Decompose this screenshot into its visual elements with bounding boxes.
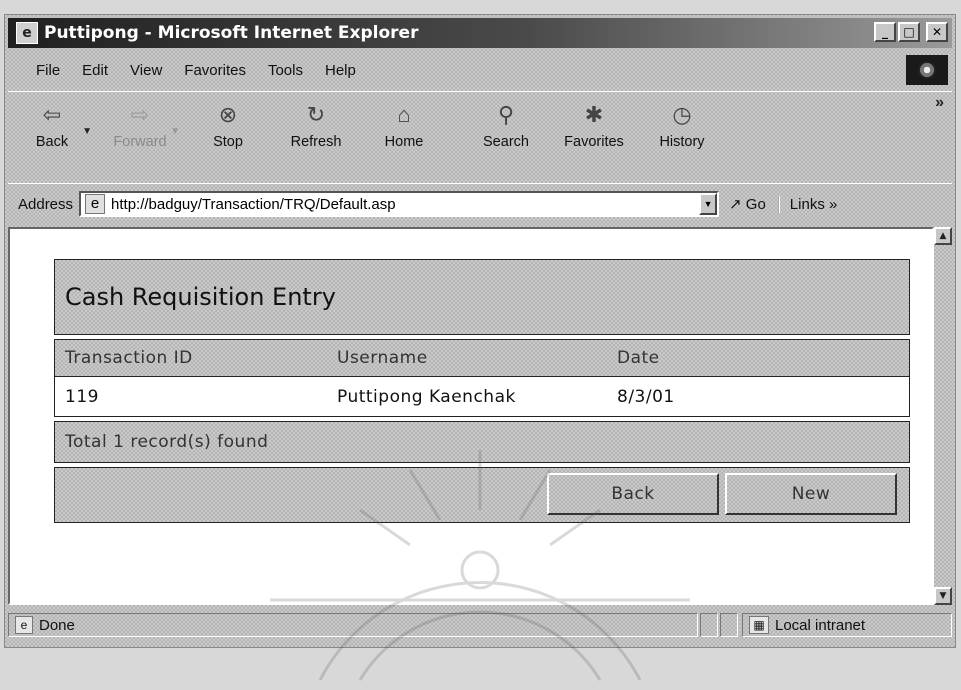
window-title: Puttipong - Microsoft Internet Explorer	[44, 23, 419, 43]
address-url: http://badguy/Transaction/TRQ/Default.as…	[111, 195, 396, 213]
vertical-scrollbar[interactable]: ▲ ▼	[934, 227, 952, 605]
status-cells	[698, 613, 738, 637]
address-bar: Address e http://badguy/Transaction/TRQ/…	[8, 183, 952, 224]
close-icon[interactable]: ✕	[926, 22, 948, 42]
status-cell	[720, 613, 738, 637]
browser-window: e Puttipong - Microsoft Internet Explore…	[4, 14, 956, 648]
favorites-button-label: Favorites	[564, 134, 624, 150]
forward-dropdown-icon[interactable]: ▼	[170, 126, 180, 137]
maximize-icon[interactable]: □	[898, 22, 920, 42]
cell-transaction-id[interactable]: 119	[55, 387, 337, 407]
form-button-bar: Back New	[54, 467, 910, 523]
home-button[interactable]: ⌂ Home	[360, 92, 448, 151]
stop-button-label: Stop	[213, 134, 243, 150]
toolbar-more-icon[interactable]: »	[935, 94, 944, 112]
address-input[interactable]: e http://badguy/Transaction/TRQ/Default.…	[79, 191, 720, 217]
title-bar: e Puttipong - Microsoft Internet Explore…	[8, 18, 952, 48]
table-header: Transaction ID Username Date	[54, 339, 910, 377]
menu-favorites[interactable]: Favorites	[184, 62, 246, 79]
table-row[interactable]: 119 Puttipong Kaenchak 8/3/01	[54, 377, 910, 417]
links-more-icon: »	[829, 195, 838, 213]
stop-button[interactable]: ⊗ Stop	[184, 92, 272, 151]
address-dropdown-icon[interactable]: ▼	[699, 193, 718, 215]
cash-requisition-form: Cash Requisition Entry Transaction ID Us…	[54, 259, 910, 527]
go-button[interactable]: ↗ Go	[729, 195, 766, 213]
back-dropdown-icon[interactable]: ▼	[82, 126, 92, 137]
address-label: Address	[18, 195, 74, 213]
windows-logo-icon	[906, 55, 948, 85]
history-button-label: History	[659, 134, 705, 150]
status-text: Done	[39, 616, 75, 634]
back-arrow-icon: ⇦	[42, 102, 62, 127]
page-icon: e	[85, 194, 106, 214]
refresh-button-label: Refresh	[290, 134, 342, 150]
search-button-label: Search	[483, 134, 529, 150]
column-header-transaction-id: Transaction ID	[65, 348, 193, 368]
ie-logo-icon: e	[16, 22, 38, 44]
menu-file[interactable]: File	[36, 62, 60, 79]
column-header-username: Username	[337, 348, 428, 368]
refresh-icon: ↻	[306, 102, 326, 127]
menu-edit[interactable]: Edit	[82, 62, 108, 79]
cell-date: 8/3/01	[617, 386, 675, 407]
links-label: Links	[789, 195, 825, 213]
menu-bar: File Edit View Favorites Tools Help	[8, 53, 952, 87]
stop-icon: ⊗	[218, 102, 238, 127]
history-icon: ◷	[672, 102, 692, 127]
favorites-button[interactable]: ✱ Favorites	[550, 92, 638, 151]
menu-view[interactable]: View	[130, 62, 162, 79]
menu-tools[interactable]: Tools	[268, 62, 303, 79]
record-count: Total 1 record(s) found	[54, 421, 910, 463]
forward-button-label: Forward	[113, 134, 167, 150]
links-button[interactable]: Links »	[777, 195, 838, 213]
new-form-button[interactable]: New	[725, 473, 897, 515]
cell-username: Puttipong Kaenchak	[337, 386, 516, 407]
status-bar: e Done ▦ Local intranet	[8, 609, 952, 641]
status-message: e Done	[8, 613, 698, 637]
status-cell	[700, 613, 718, 637]
minimize-icon[interactable]: _	[874, 22, 896, 42]
favorites-icon: ✱	[584, 102, 604, 127]
back-button[interactable]: ⇦ Back ▼	[8, 92, 96, 151]
page-content: Cash Requisition Entry Transaction ID Us…	[8, 227, 934, 605]
scroll-up-icon[interactable]: ▲	[934, 227, 952, 245]
home-icon: ⌂	[397, 102, 411, 127]
form-title-bar: Cash Requisition Entry	[54, 259, 910, 335]
security-zone: ▦ Local intranet	[742, 613, 952, 637]
record-count-text: Total 1 record(s) found	[65, 432, 269, 452]
home-button-label: Home	[384, 134, 424, 150]
search-icon: ⚲	[497, 102, 515, 127]
refresh-button[interactable]: ↻ Refresh	[272, 92, 360, 151]
intranet-zone-icon: ▦	[749, 616, 769, 634]
back-form-button[interactable]: Back	[547, 473, 719, 515]
zone-text: Local intranet	[775, 616, 866, 634]
search-button[interactable]: ⚲ Search	[462, 92, 550, 151]
page-title: Cash Requisition Entry	[65, 283, 336, 311]
standard-toolbar: ⇦ Back ▼ ⇨ Forward ▼ ⊗ Stop ↻ Refresh ⌂ …	[8, 91, 952, 182]
forward-button[interactable]: ⇨ Forward ▼	[96, 92, 184, 151]
go-label: Go	[745, 196, 766, 213]
forward-arrow-icon: ⇨	[130, 102, 150, 127]
column-header-date: Date	[617, 348, 660, 368]
window-controls: _ □ ✕	[874, 22, 948, 42]
go-arrow-icon: ↗	[729, 196, 742, 213]
back-button-label: Back	[35, 134, 69, 150]
menu-help[interactable]: Help	[325, 62, 356, 79]
history-button[interactable]: ◷ History	[638, 92, 726, 151]
scroll-down-icon[interactable]: ▼	[934, 587, 952, 605]
page-done-icon: e	[15, 616, 33, 634]
